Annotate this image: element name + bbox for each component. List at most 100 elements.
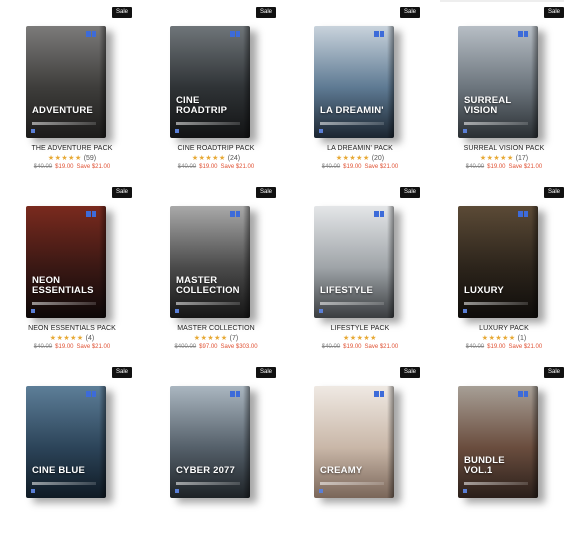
corner-mark-icon: [175, 129, 179, 133]
sale-badge: Sale: [111, 7, 132, 18]
product-name[interactable]: SURREAL VISION PACK: [432, 145, 576, 152]
product-name[interactable]: NEON ESSENTIALS PACK: [0, 325, 144, 332]
savings-amount: Save $21.00: [364, 164, 399, 170]
sale-badge: Sale: [111, 367, 132, 378]
price-row: $40.00 $19.00 Save $21.00: [432, 164, 576, 170]
box-title: SURREAL VISION: [464, 95, 512, 116]
box-title: ADVENTURE: [32, 105, 93, 116]
box-subtitle-line: [176, 122, 240, 125]
brand-logo-icon: [518, 31, 528, 37]
product-image[interactable]: CYBER 2077: [170, 386, 250, 498]
product-image[interactable]: NEON ESSENTIALS: [26, 206, 106, 318]
product-image[interactable]: LA DREAMIN': [314, 26, 394, 138]
product-card[interactable]: Sale MASTER COLLECTION MASTER COLLECTION ★★…: [144, 180, 288, 360]
star-rating-icon: ★★★★★: [335, 155, 370, 162]
product-card[interactable]: Sale SURREAL VISION SURREAL VISION PACK ★★★…: [432, 0, 576, 180]
product-rating: ★★★★★ (20): [288, 154, 432, 162]
box-title: LA DREAMIN': [320, 105, 384, 116]
product-card[interactable]: Sale NEON ESSENTIALS NEON ESSENTIALS PACK ★…: [0, 180, 144, 360]
product-rating: ★★★★★ (24): [144, 154, 288, 162]
star-rating-icon: ★★★★★: [47, 155, 82, 162]
product-image[interactable]: CREAMY: [314, 386, 394, 498]
product-card[interactable]: Sale LA DREAMIN' LA DREAMIN' PACK ★★★★★ (20…: [288, 0, 432, 180]
product-name[interactable]: LUXURY PACK: [432, 325, 576, 332]
brand-logo-icon: [374, 391, 384, 397]
brand-logo-icon: [374, 31, 384, 37]
sale-badge: Sale: [399, 367, 420, 378]
star-rating-icon: ★★★★★: [481, 335, 516, 342]
product-rating: ★★★★★ (4): [0, 334, 144, 342]
product-name[interactable]: LA DREAMIN' PACK: [288, 145, 432, 152]
product-rating: ★★★★★ (17): [432, 154, 576, 162]
product-name[interactable]: THE ADVENTURE PACK: [0, 145, 144, 152]
sale-badge: Sale: [399, 187, 420, 198]
box-subtitle-line: [32, 122, 96, 125]
corner-mark-icon: [31, 489, 35, 493]
sale-price: $19.00: [343, 344, 362, 350]
product-image[interactable]: LUXURY: [458, 206, 538, 318]
sale-price: $19.00: [199, 164, 218, 170]
brand-logo-icon: [518, 391, 528, 397]
box-subtitle-line: [176, 482, 240, 485]
brand-logo-icon: [230, 211, 240, 217]
product-card[interactable]: Sale LIFESTYLE LIFESTYLE PACK ★★★★★ $40.00 $…: [288, 180, 432, 360]
sale-badge: Sale: [543, 7, 564, 18]
product-image[interactable]: SURREAL VISION: [458, 26, 538, 138]
box-title: CYBER 2077: [176, 465, 236, 476]
original-price: $40.00: [177, 164, 197, 170]
box-title: NEON ESSENTIALS: [32, 275, 94, 296]
product-card[interactable]: Sale LUXURY LUXURY PACK ★★★★★ (1) $40.00 $19.…: [432, 180, 576, 360]
star-rating-icon: ★★★★★: [343, 335, 377, 342]
product-card[interactable]: Sale BUNDLE VOL.1: [432, 360, 576, 540]
sale-price: $19.00: [55, 344, 74, 350]
product-name[interactable]: LIFESTYLE PACK: [288, 325, 432, 332]
box-subtitle-line: [320, 482, 384, 485]
product-image[interactable]: MASTER COLLECTION: [170, 206, 250, 318]
original-price: $40.00: [33, 344, 53, 350]
product-image[interactable]: CINE BLUE: [26, 386, 106, 498]
product-rating: ★★★★★ (7): [144, 334, 288, 342]
brand-logo-icon: [86, 391, 96, 397]
savings-amount: Save $303.00: [220, 344, 258, 350]
box-title: LIFESTYLE: [320, 285, 373, 296]
product-card[interactable]: Sale ADVENTURE THE ADVENTURE PACK ★★★★★ (59…: [0, 0, 144, 180]
box-subtitle-line: [320, 302, 384, 305]
original-price: $40.00: [321, 344, 341, 350]
original-price: $40.00: [465, 164, 485, 170]
corner-mark-icon: [175, 309, 179, 313]
product-card[interactable]: Sale CINE BLUE: [0, 360, 144, 540]
box-subtitle-line: [176, 302, 240, 305]
savings-amount: Save $21.00: [76, 344, 111, 350]
sale-price: $19.00: [487, 344, 506, 350]
sale-badge: Sale: [543, 367, 564, 378]
product-card[interactable]: Sale CREAMY: [288, 360, 432, 540]
box-subtitle-line: [464, 482, 528, 485]
price-row: $40.00 $19.00 Save $21.00: [432, 344, 576, 350]
brand-logo-icon: [86, 211, 96, 217]
product-image[interactable]: BUNDLE VOL.1: [458, 386, 538, 498]
box-title: LUXURY: [464, 285, 504, 296]
product-card[interactable]: Sale CYBER 2077: [144, 360, 288, 540]
review-count: (1): [517, 335, 527, 342]
corner-mark-icon: [319, 489, 323, 493]
product-image[interactable]: LIFESTYLE: [314, 206, 394, 318]
product-name[interactable]: MASTER COLLECTION: [144, 325, 288, 332]
corner-mark-icon: [463, 309, 467, 313]
box-title: CINE BLUE: [32, 465, 85, 476]
corner-mark-icon: [463, 129, 467, 133]
box-subtitle-line: [32, 302, 96, 305]
product-name[interactable]: CINE ROADTRIP PACK: [144, 145, 288, 152]
price-row: $40.00 $19.00 Save $21.00: [144, 164, 288, 170]
box-subtitle-line: [32, 482, 96, 485]
original-price: $400.00: [174, 344, 197, 350]
savings-amount: Save $21.00: [508, 344, 543, 350]
box-subtitle-line: [464, 302, 528, 305]
sale-price: $19.00: [487, 164, 506, 170]
review-count: (20): [371, 155, 385, 162]
product-card[interactable]: Sale CINE ROADTRIP CINE ROADTRIP PACK ★★★★★…: [144, 0, 288, 180]
product-image[interactable]: ADVENTURE: [26, 26, 106, 138]
product-image[interactable]: CINE ROADTRIP: [170, 26, 250, 138]
brand-logo-icon: [86, 31, 96, 37]
brand-logo-icon: [230, 31, 240, 37]
savings-amount: Save $21.00: [220, 164, 255, 170]
